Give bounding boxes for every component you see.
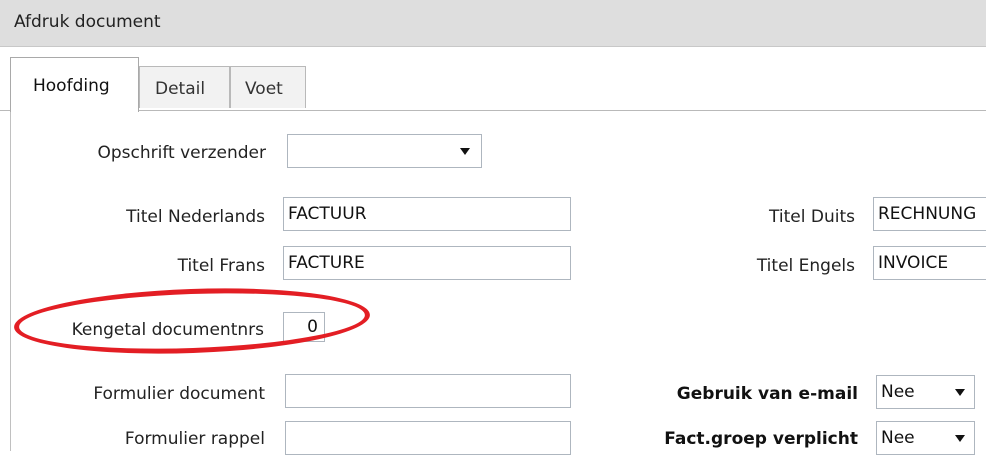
titel-frans-value: FACTURE bbox=[288, 253, 365, 273]
formulier-rappel-label: Formulier rappel bbox=[124, 429, 265, 449]
titel-engels-value: INVOICE bbox=[878, 253, 949, 273]
fact-groep-verplicht-value: Nee bbox=[881, 428, 915, 448]
titel-engels-input[interactable]: INVOICE bbox=[873, 246, 986, 280]
formulier-document-input[interactable] bbox=[285, 374, 571, 408]
chevron-down-icon bbox=[460, 148, 470, 155]
formulier-document-label: Formulier document bbox=[93, 384, 265, 404]
panel-border bbox=[10, 110, 11, 451]
titel-duits-label: Titel Duits bbox=[769, 207, 855, 227]
titel-duits-input[interactable]: RECHNUNG bbox=[873, 197, 986, 231]
tab-detail-label: Detail bbox=[155, 79, 206, 99]
tab-strip-divider bbox=[0, 110, 986, 111]
highlight-ellipse bbox=[12, 282, 372, 360]
gebruik-van-email-value: Nee bbox=[881, 382, 915, 402]
tab-detail[interactable]: Detail bbox=[139, 66, 230, 108]
titel-engels-label: Titel Engels bbox=[756, 256, 855, 276]
titel-frans-input[interactable]: FACTURE bbox=[283, 246, 571, 280]
gebruik-van-email-select[interactable]: Nee bbox=[876, 375, 975, 409]
gebruik-van-email-label: Gebruik van e-mail bbox=[676, 384, 858, 404]
titel-frans-label: Titel Frans bbox=[177, 256, 265, 276]
titel-nederlands-value: FACTUUR bbox=[288, 204, 367, 224]
tab-hoofding[interactable]: Hoofding bbox=[10, 57, 139, 112]
opschrift-verzender-label: Opschrift verzender bbox=[97, 143, 266, 163]
opschrift-verzender-select[interactable] bbox=[287, 134, 482, 168]
tab-voet[interactable]: Voet bbox=[230, 66, 306, 108]
tab-voet-label: Voet bbox=[245, 79, 283, 99]
titel-duits-value: RECHNUNG bbox=[878, 204, 977, 224]
fact-groep-verplicht-select[interactable]: Nee bbox=[876, 421, 975, 455]
tab-hoofding-label: Hoofding bbox=[33, 76, 110, 96]
fact-groep-verplicht-label: Fact.groep verplicht bbox=[664, 429, 858, 449]
chevron-down-icon bbox=[955, 435, 965, 442]
titel-nederlands-label: Titel Nederlands bbox=[126, 207, 265, 227]
formulier-rappel-input[interactable] bbox=[285, 421, 571, 455]
chevron-down-icon bbox=[955, 389, 965, 396]
titel-nederlands-input[interactable]: FACTUUR bbox=[283, 197, 571, 231]
tab-strip: Hoofding Detail Voet bbox=[0, 46, 986, 114]
window-title-bar: Afdruk document bbox=[0, 0, 986, 47]
window-title: Afdruk document bbox=[14, 12, 161, 32]
